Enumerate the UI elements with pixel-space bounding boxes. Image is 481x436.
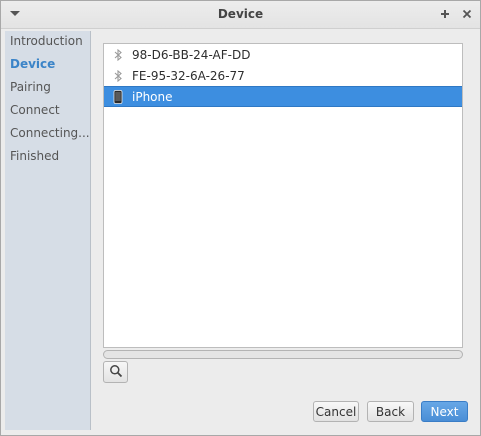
- device-name: iPhone: [132, 89, 173, 104]
- search-button[interactable]: [103, 361, 128, 383]
- title-bar: Device: [1, 1, 480, 29]
- search-icon: [109, 364, 123, 381]
- step-connecting: Connecting...: [10, 126, 90, 140]
- maximize-icon[interactable]: [438, 7, 452, 21]
- step-introduction: Introduction: [10, 34, 83, 48]
- step-finished: Finished: [10, 149, 60, 163]
- bluetooth-icon: [111, 69, 125, 83]
- horizontal-scrollbar[interactable]: [103, 350, 463, 359]
- step-connect: Connect: [10, 103, 60, 117]
- device-page: 98-D6-BB-24-AF-DD FE-95-32-6A-26-77 iPho…: [91, 31, 479, 430]
- phone-icon: [111, 89, 125, 104]
- close-icon[interactable]: [460, 7, 474, 21]
- device-name: FE-95-32-6A-26-77: [132, 68, 245, 83]
- back-button[interactable]: Back: [367, 401, 414, 422]
- step-device: Device: [10, 57, 56, 71]
- device-row[interactable]: 98-D6-BB-24-AF-DD: [104, 44, 462, 65]
- device-row-selected[interactable]: iPhone: [104, 86, 462, 107]
- window-title: Device: [217, 7, 264, 21]
- step-pairing: Pairing: [10, 80, 51, 94]
- device-list[interactable]: 98-D6-BB-24-AF-DD FE-95-32-6A-26-77 iPho…: [103, 43, 463, 348]
- device-row[interactable]: FE-95-32-6A-26-77: [104, 65, 462, 86]
- dialog-window: Device Introduction Device Pairing Conne…: [0, 0, 481, 436]
- bluetooth-icon: [111, 48, 125, 62]
- step-sidebar: Introduction Device Pairing Connect Conn…: [5, 31, 91, 430]
- device-name: 98-D6-BB-24-AF-DD: [132, 47, 251, 62]
- cancel-button[interactable]: Cancel: [313, 401, 359, 422]
- next-button[interactable]: Next: [421, 401, 468, 422]
